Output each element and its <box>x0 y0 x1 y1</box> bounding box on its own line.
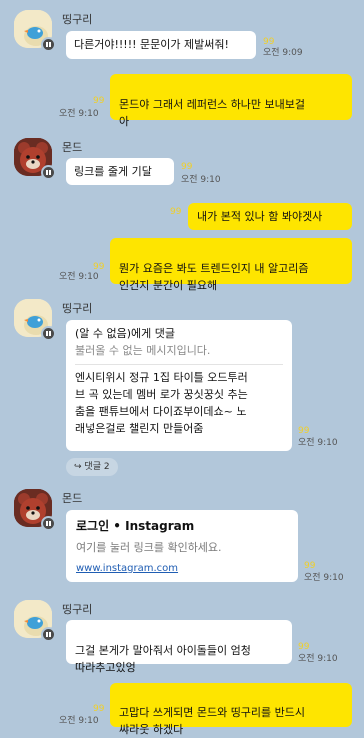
quoted-text: 불러올 수 없는 메시지입니다. <box>75 344 211 357</box>
message-bubble[interactable]: 몬드야 그래서 레퍼런스 하나만 보내보걸 아 <box>110 74 352 128</box>
unread-count: 99 <box>93 704 105 714</box>
message-text: 내가 본적 있나 함 봐야겟사 <box>197 210 323 223</box>
profile-badge-icon <box>41 165 56 180</box>
unread-count: 99 <box>93 262 105 272</box>
message-time: 오전 9:10 <box>59 272 99 282</box>
reply-arrow-icon: ↪ <box>74 462 82 472</box>
message-time: 오전 9:10 <box>181 175 221 185</box>
message-text: 그걸 본게가 말아줘서 아이돌들이 엄청 따라추고있엉 <box>75 644 251 674</box>
sender-name: 띵구리 <box>62 13 93 26</box>
message-text: 다른거야!!!!! 문문이가 제발써줘! <box>74 38 229 51</box>
message-time: 오전 9:10 <box>298 654 338 664</box>
message-text: 몬드야 그래서 레퍼런스 하나만 보내보걸 아 <box>119 98 306 128</box>
unread-count: 99 <box>170 207 182 217</box>
comment-count-button[interactable]: ↪ 댓글 2 <box>66 458 118 476</box>
message-bubble[interactable]: 링크를 줄게 기달 <box>66 158 174 185</box>
message-text: 링크를 줄게 기달 <box>74 165 152 178</box>
message-text: 고맙다 쓰게되면 몬드와 띵구리를 반드시 쌰라웃 하겠다 <box>119 706 306 736</box>
unread-count: 99 <box>304 561 316 571</box>
unread-count: 99 <box>298 642 310 652</box>
sender-name: 띵구리 <box>62 603 93 616</box>
unread-count: 99 <box>93 96 105 106</box>
message-bubble[interactable]: 뭔가 요즘은 봐도 트렌드인지 내 알고리즘 인건지 분간이 필요해 <box>110 238 352 292</box>
message-bubble[interactable]: 내가 본적 있나 함 봐야겟사 <box>188 203 352 230</box>
link-url[interactable]: www.instagram.com <box>76 560 288 577</box>
message-time: 오전 9:10 <box>304 573 344 583</box>
message-text: 뭔가 요즘은 봐도 트렌드인지 내 알고리즘 인건지 분간이 필요해 <box>119 262 309 292</box>
message-bubble[interactable]: 다른거야!!!!! 문문이가 제발써줘! <box>66 31 256 59</box>
message-text: 엔시티위시 정규 1집 타이틀 오드투러 브 곡 있는데 멤버 로가 꿍싯꿍싯 … <box>75 371 248 435</box>
quoted-sender: (알 수 없음)에게 댓글 <box>75 327 176 340</box>
quote-divider <box>75 364 283 365</box>
message-bubble[interactable]: 그걸 본게가 말아줘서 아이돌들이 엄청 따라추고있엉 <box>66 620 292 674</box>
unread-count: 99 <box>298 426 310 436</box>
profile-badge-icon <box>41 37 56 52</box>
unread-count: 99 <box>263 37 275 47</box>
message-time: 오전 9:10 <box>298 438 338 448</box>
profile-badge-icon <box>41 516 56 531</box>
profile-badge-icon <box>41 326 56 341</box>
link-description: 여기를 눌러 링크를 확인하세요. <box>76 541 222 554</box>
sender-name: 띵구리 <box>62 302 93 315</box>
comment-count-label: 댓글 2 <box>84 462 110 472</box>
message-time: 오전 9:10 <box>59 716 99 726</box>
profile-badge-icon <box>41 627 56 642</box>
sender-name: 몬드 <box>62 492 83 505</box>
reply-message-bubble[interactable]: (알 수 없음)에게 댓글 불러올 수 없는 메시지입니다. 엔시티위시 정규 … <box>66 320 292 451</box>
message-time: 오전 9:10 <box>59 109 99 119</box>
message-bubble[interactable]: 고맙다 쓰게되면 몬드와 띵구리를 반드시 쌰라웃 하겠다 <box>110 683 352 736</box>
unread-count: 99 <box>181 162 193 172</box>
link-preview-card[interactable]: 로그인 • Instagram 여기를 눌러 링크를 확인하세요. www.in… <box>66 510 298 582</box>
sender-name: 몬드 <box>62 141 83 154</box>
message-time: 오전 9:09 <box>263 48 303 58</box>
link-title: 로그인 • Instagram <box>76 519 195 533</box>
